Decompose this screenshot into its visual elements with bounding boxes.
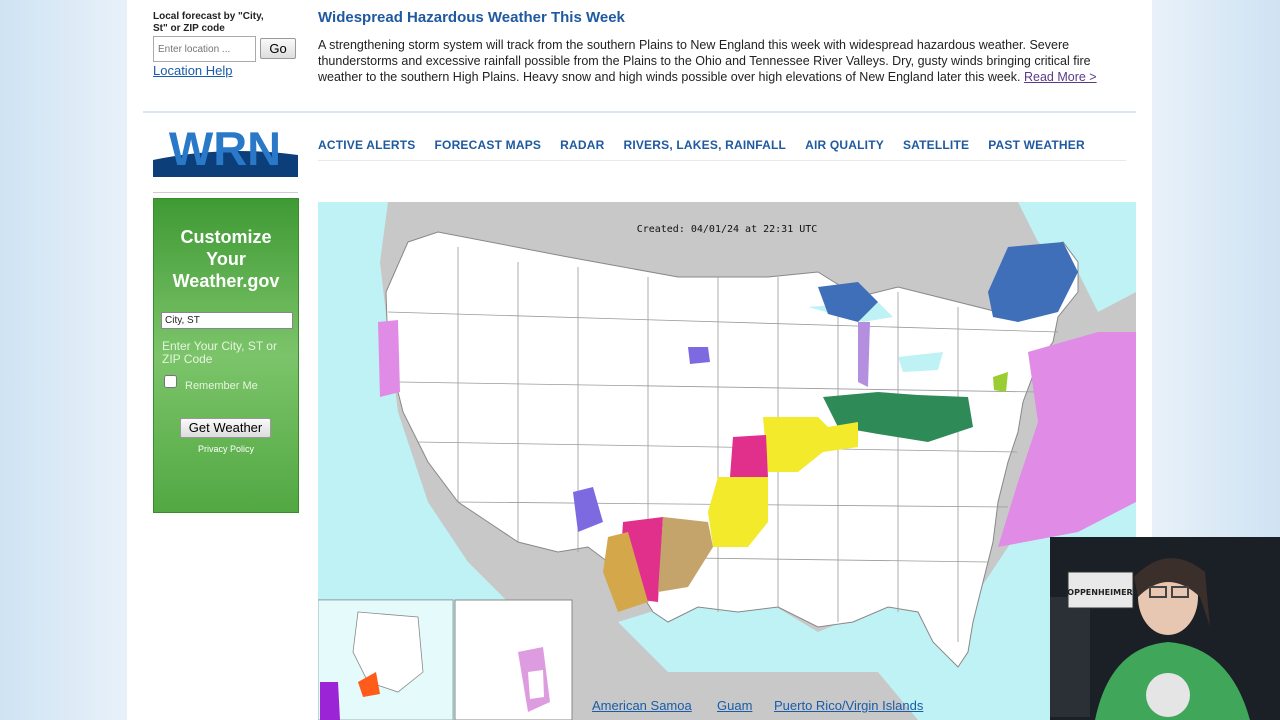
hazards-map[interactable]: Created: 04/01/24 at 22:31 UTC American … (318, 202, 1136, 720)
read-more-link[interactable]: Read More > (1024, 70, 1097, 84)
alert-freeze-dakota[interactable] (688, 347, 710, 364)
wrn-logo[interactable]: WRN (153, 122, 298, 177)
main-nav: ACTIVE ALERTS FORECAST MAPS RADAR RIVERS… (318, 138, 1104, 152)
guam-link[interactable]: Guam (717, 698, 752, 713)
nav-air-quality[interactable]: AIR QUALITY (805, 138, 884, 152)
logo-divider (153, 192, 298, 193)
nav-divider (318, 160, 1126, 161)
nav-past-weather[interactable]: PAST WEATHER (988, 138, 1085, 152)
headline-body: A strengthening storm system will track … (318, 37, 1128, 85)
alert-marine-oregon[interactable] (378, 320, 400, 397)
webcam-sign-text: OPPENHEIMER (1067, 588, 1132, 597)
location-input[interactable] (153, 36, 256, 62)
city-hint: Enter Your City, ST or ZIP Code (162, 339, 277, 366)
logo-text: WRN (169, 127, 281, 175)
nav-active-alerts[interactable]: ACTIVE ALERTS (318, 138, 416, 152)
nav-forecast-maps[interactable]: FORECAST MAPS (435, 138, 542, 152)
privacy-link[interactable]: Privacy Policy (154, 444, 298, 454)
puerto-rico-link[interactable]: Puerto Rico/Virgin Islands (774, 698, 923, 713)
nav-satellite[interactable]: SATELLITE (903, 138, 969, 152)
nav-rivers-lakes-rainfall[interactable]: RIVERS, LAKES, RAINFALL (623, 138, 786, 152)
customize-weather-panel: Customize Your Weather.gov Enter Your Ci… (153, 198, 299, 513)
webcam-overlay: OPPENHEIMER (1050, 537, 1280, 720)
location-search-label: Local forecast by "City, St" or ZIP code (153, 11, 264, 34)
header-divider (143, 111, 1136, 113)
remember-checkbox[interactable] (164, 375, 177, 388)
go-button[interactable]: Go (260, 38, 296, 59)
nav-radar[interactable]: RADAR (560, 138, 604, 152)
map-created-timestamp: Created: 04/01/24 at 22:31 UTC (636, 224, 818, 235)
alert-fire-kansas[interactable] (730, 435, 768, 477)
american-samoa-link[interactable]: American Samoa (592, 698, 692, 713)
get-weather-button[interactable]: Get Weather (180, 418, 271, 438)
city-input[interactable] (161, 312, 293, 329)
headline-text: A strengthening storm system will track … (318, 38, 1091, 84)
location-help-link[interactable]: Location Help (153, 63, 233, 78)
remember-label: Remember Me (185, 380, 258, 392)
us-map-svg (318, 202, 1136, 720)
headline-title[interactable]: Widespread Hazardous Weather This Week (318, 9, 625, 26)
customize-title: Customize Your Weather.gov (172, 227, 280, 291)
